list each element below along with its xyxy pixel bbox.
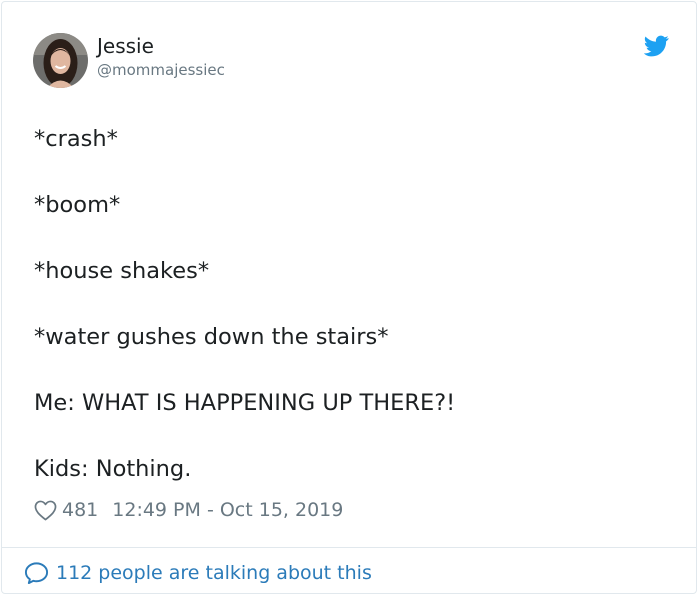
tweet-meta: 481 12:49 PM - Oct 15, 2019 [34, 496, 343, 524]
tweet-line: *boom* [34, 192, 121, 218]
tweet-line: Kids: Nothing. [34, 456, 192, 482]
twitter-bird-icon[interactable] [643, 35, 669, 57]
speech-bubble-icon [24, 561, 49, 585]
tweet-text: *crash* *boom* *house shakes* *water gus… [34, 124, 654, 520]
divider [2, 547, 696, 548]
tweet-line: Me: WHAT IS HAPPENING UP THERE?! [34, 390, 456, 416]
avatar[interactable] [33, 33, 88, 88]
like-count[interactable]: 481 [62, 499, 98, 521]
tweet-line: *crash* [34, 126, 118, 152]
timestamp[interactable]: 12:49 PM - Oct 15, 2019 [112, 499, 343, 521]
talking-about-text[interactable]: 112 people are talking about this [56, 562, 372, 584]
author-name[interactable]: Jessie [97, 33, 154, 59]
author-handle[interactable]: @mommajessiec [97, 60, 225, 80]
talking-about-link[interactable]: 112 people are talking about this [24, 560, 372, 586]
tweet-card: Jessie @mommajessiec *crash* *boom* *hou… [1, 1, 697, 594]
tweet-line: *water gushes down the stairs* [34, 324, 389, 350]
tweet-line: *house shakes* [34, 258, 210, 284]
heart-icon[interactable] [34, 500, 57, 521]
